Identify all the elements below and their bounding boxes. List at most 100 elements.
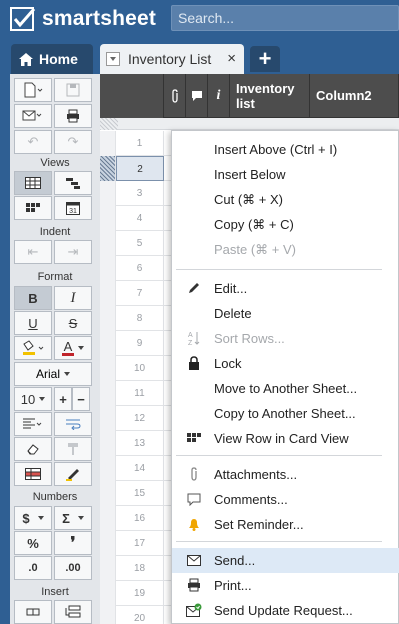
row-number[interactable]: 10: [116, 356, 164, 381]
row-drag-handle[interactable]: [100, 456, 116, 481]
tab-inventory-list[interactable]: Inventory List ×: [100, 44, 244, 74]
row-drag-handle[interactable]: [100, 131, 116, 156]
outdent-button[interactable]: ⇤: [14, 240, 52, 264]
insert-hyperlink-button[interactable]: [14, 600, 52, 624]
menu-item-send[interactable]: Send...: [172, 548, 399, 573]
gantt-view-button[interactable]: [54, 171, 92, 195]
row-number[interactable]: 11: [116, 381, 164, 406]
row-drag-handle[interactable]: [100, 231, 116, 256]
row-drag-handle[interactable]: [100, 331, 116, 356]
row-number[interactable]: 2: [116, 156, 164, 181]
menu-item-copy-to-another-sheet[interactable]: Copy to Another Sheet...: [172, 401, 399, 426]
menu-item-paste-v[interactable]: Paste (⌘ + V): [172, 237, 399, 262]
redo-button[interactable]: ↷: [54, 130, 92, 154]
font-size-increase-button[interactable]: +: [54, 387, 72, 411]
row-drag-handle[interactable]: [100, 481, 116, 506]
row-number[interactable]: 17: [116, 531, 164, 556]
column-header-column2[interactable]: Column2: [310, 74, 399, 118]
calendar-view-button[interactable]: 31: [54, 196, 92, 220]
row-number[interactable]: 8: [116, 306, 164, 331]
align-button[interactable]: [14, 412, 52, 436]
highlight-changes-button[interactable]: [54, 462, 92, 486]
row-number[interactable]: 1: [116, 131, 164, 156]
menu-item-edit[interactable]: Edit...: [172, 276, 399, 301]
text-color-button[interactable]: A: [54, 336, 92, 360]
sum-button[interactable]: Σ: [54, 506, 92, 530]
print-button[interactable]: [54, 104, 92, 128]
row-number[interactable]: 13: [116, 431, 164, 456]
row-drag-handle[interactable]: [100, 381, 116, 406]
row-drag-handle[interactable]: [100, 406, 116, 431]
add-tab-button[interactable]: +: [250, 46, 280, 72]
row-number[interactable]: 14: [116, 456, 164, 481]
info-column-header[interactable]: i: [208, 74, 230, 118]
underline-button[interactable]: U: [14, 311, 52, 335]
row-number[interactable]: 12: [116, 406, 164, 431]
row-number[interactable]: 7: [116, 281, 164, 306]
grid-view-button[interactable]: [14, 171, 52, 195]
menu-item-cut-x[interactable]: Cut (⌘ + X): [172, 187, 399, 212]
font-family-select[interactable]: Arial: [14, 362, 92, 386]
row-drag-handle[interactable]: [100, 206, 116, 231]
tab-dropdown-icon[interactable]: [106, 52, 120, 66]
font-size-decrease-button[interactable]: −: [72, 387, 90, 411]
row-drag-handle[interactable]: [100, 581, 116, 606]
row-drag-handle[interactable]: [100, 256, 116, 281]
email-button[interactable]: [14, 104, 52, 128]
menu-item-comments[interactable]: Comments...: [172, 487, 399, 512]
row-number[interactable]: 18: [116, 556, 164, 581]
currency-button[interactable]: $: [14, 506, 52, 530]
menu-item-sort-rows[interactable]: A Z Sort Rows...: [172, 326, 399, 351]
row-drag-handle[interactable]: [100, 281, 116, 306]
wrap-text-button[interactable]: [54, 412, 92, 436]
row-drag-handle[interactable]: [100, 556, 116, 581]
percent-button[interactable]: %: [14, 531, 52, 555]
close-icon[interactable]: ×: [227, 50, 236, 67]
row-drag-handle[interactable]: [100, 356, 116, 381]
row-number[interactable]: 5: [116, 231, 164, 256]
bold-button[interactable]: B: [14, 286, 52, 310]
menu-item-set-reminder[interactable]: Set Reminder...: [172, 512, 399, 537]
thousands-separator-button[interactable]: ❜: [54, 531, 92, 555]
card-view-button[interactable]: [14, 196, 52, 220]
new-sheet-button[interactable]: [14, 78, 52, 102]
row-number[interactable]: 19: [116, 581, 164, 606]
decrease-decimal-button[interactable]: .0: [14, 556, 52, 580]
format-painter-button[interactable]: [54, 437, 92, 461]
menu-item-view-row-in-card-view[interactable]: View Row in Card View: [172, 426, 399, 451]
row-drag-handle[interactable]: [100, 506, 116, 531]
undo-button[interactable]: ↶: [14, 130, 52, 154]
menu-item-insert-below[interactable]: Insert Below: [172, 162, 399, 187]
menu-item-copy-c[interactable]: Copy (⌘ + C): [172, 212, 399, 237]
indent-button[interactable]: ⇥: [54, 240, 92, 264]
menu-item-send-update-request[interactable]: Send Update Request...: [172, 598, 399, 623]
comments-column-header[interactable]: [186, 74, 208, 118]
row-drag-handle[interactable]: [100, 606, 116, 624]
italic-button[interactable]: I: [54, 286, 92, 310]
smartsheet-logo[interactable]: smartsheet: [10, 7, 156, 31]
row-number[interactable]: 6: [116, 256, 164, 281]
row-number[interactable]: 20: [116, 606, 164, 624]
row-number[interactable]: 9: [116, 331, 164, 356]
save-button[interactable]: [54, 78, 92, 102]
row-drag-handle[interactable]: [100, 181, 116, 206]
row-number-header[interactable]: [100, 74, 164, 118]
font-size-select[interactable]: 10: [14, 387, 52, 411]
insert-hierarchy-button[interactable]: [54, 600, 92, 624]
attachments-column-header[interactable]: [164, 74, 186, 118]
row-drag-handle[interactable]: [100, 156, 116, 181]
tab-home[interactable]: Home: [11, 44, 93, 74]
menu-item-attachments[interactable]: Attachments...: [172, 462, 399, 487]
row-drag-handle[interactable]: [100, 531, 116, 556]
menu-item-print[interactable]: Print...: [172, 573, 399, 598]
menu-item-move-to-another-sheet[interactable]: Move to Another Sheet...: [172, 376, 399, 401]
search-box[interactable]: [171, 5, 399, 31]
row-drag-handle[interactable]: [100, 431, 116, 456]
conditional-format-button[interactable]: [14, 462, 52, 486]
strikethrough-button[interactable]: S: [54, 311, 92, 335]
menu-item-lock[interactable]: Lock: [172, 351, 399, 376]
search-input[interactable]: [178, 10, 392, 26]
row-number[interactable]: 3: [116, 181, 164, 206]
menu-item-delete[interactable]: Delete: [172, 301, 399, 326]
row-number[interactable]: 15: [116, 481, 164, 506]
